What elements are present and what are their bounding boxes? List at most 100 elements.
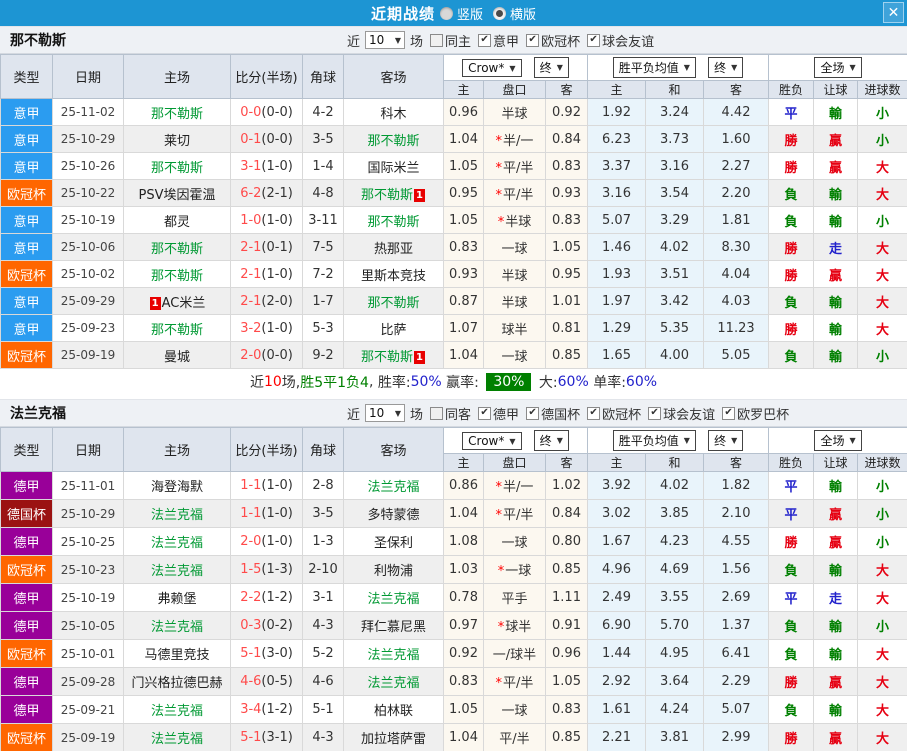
euro-draw-cell: 3.64: [645, 667, 704, 696]
euro-final-select[interactable]: 终 ▼: [708, 430, 744, 451]
asia-home-odds-cell: 1.05: [443, 152, 484, 180]
home-team-name: 法兰克福: [150, 536, 203, 551]
score-cell: 1-1(1-0): [230, 499, 303, 528]
near-label: 近: [347, 407, 361, 423]
fulltime-select-value: 全场: [820, 61, 845, 75]
home-team-name: 弗赖堡: [157, 592, 197, 607]
bookmaker-select[interactable]: Crow* ▼: [462, 432, 522, 450]
goals-result-label: 小: [876, 349, 890, 365]
score-cell: 2-0(1-0): [230, 527, 303, 556]
asia-away-odds: 1.11: [552, 590, 581, 605]
wdl-result-label: 負: [784, 187, 798, 203]
euro-draw-odds: 3.29: [660, 212, 689, 228]
radio-horizontal[interactable]: [493, 6, 506, 20]
date-cell: 25-10-01: [52, 639, 124, 668]
asia-final-select[interactable]: 终 ▼: [533, 57, 569, 78]
euro-home-odds: 1.61: [602, 702, 631, 717]
league-filter-checkbox[interactable]: ✔: [587, 33, 601, 47]
wdl-result-cell: 勝: [768, 314, 815, 342]
match-count-select[interactable]: 10 ▼: [365, 404, 406, 422]
team-name: 那不勒斯: [10, 33, 66, 49]
red-card-badge: 1: [149, 296, 161, 310]
fulltime-select[interactable]: 全场 ▼: [814, 430, 862, 451]
result-group-header: 全场 ▼: [768, 54, 907, 81]
league-filter-checkbox[interactable]: ✔: [526, 33, 540, 47]
average-select[interactable]: 胜平负均值 ▼: [612, 430, 696, 451]
same-venue-checkbox[interactable]: [430, 33, 444, 47]
goals-result-label: 大: [876, 732, 890, 747]
bookmaker-select-value: Crow*: [468, 61, 505, 75]
asia-away-odds: 0.80: [552, 534, 581, 549]
halftime-score: (1-0): [261, 478, 293, 493]
asia-final-select[interactable]: 终 ▼: [533, 430, 569, 451]
date-cell: 25-09-21: [52, 695, 124, 724]
league-cell: 欧冠杯: [0, 341, 53, 369]
euro-draw-odds: 5.70: [660, 618, 689, 633]
euro-away-cell: 4.03: [702, 287, 770, 315]
league-filter-checkbox[interactable]: ✔: [526, 406, 540, 420]
home-team-cell: 那不勒斯: [123, 98, 231, 126]
radio-vertical[interactable]: [439, 6, 453, 20]
league-filter-checkbox[interactable]: ✔: [587, 406, 601, 420]
euro-home-odds: 1.46: [602, 239, 631, 255]
league-filter-checkbox[interactable]: ✔: [478, 33, 492, 47]
away-team-cell: 圣保利: [343, 527, 444, 556]
fulltime-select-value: 全场: [820, 434, 845, 448]
away-team-name: 法兰克福: [367, 480, 420, 495]
handicap-line-cell: *半/一: [483, 471, 546, 500]
col-header-home: 主场: [123, 427, 231, 472]
league-filter-checkbox[interactable]: ✔: [478, 406, 492, 420]
check-icon: ✔: [724, 407, 733, 418]
halftime-score: (2-1): [261, 185, 293, 201]
fulltime-score: 4-6: [240, 674, 262, 689]
league-filter-checkbox[interactable]: ✔: [722, 406, 736, 420]
score-cell: 6-2(2-1): [230, 179, 303, 207]
col-header-wdl: 胜负: [768, 80, 815, 99]
col-header-away: 客场: [343, 427, 444, 472]
home-team-cell: 那不勒斯: [123, 233, 231, 261]
league-cell: 德甲: [0, 611, 53, 640]
match-row: 意甲 25-10-06 那不勒斯 2-1(0-1) 7-5 热那亚 0.83 一球 1.05 1.…: [0, 233, 907, 261]
away-team-name: 多特蒙德: [367, 508, 420, 523]
summary-segment: 大:: [534, 374, 558, 391]
same-venue-checkbox[interactable]: [430, 406, 444, 420]
average-select[interactable]: 胜平负均值 ▼: [612, 57, 696, 78]
fulltime-score: 1-1: [240, 506, 262, 521]
euro-away-odds: 4.03: [721, 293, 751, 309]
euro-home-odds: 5.07: [602, 212, 631, 228]
summary-segment: 胜率:: [377, 374, 411, 391]
home-team-cell: 海登海默: [123, 471, 231, 500]
halftime-score: (1-0): [261, 534, 293, 549]
date-cell: 25-10-29: [52, 499, 124, 528]
euro-home-cell: 1.65: [587, 341, 646, 369]
euro-away-cell: 2.99: [702, 723, 770, 751]
league-filter-checkbox[interactable]: ✔: [648, 406, 662, 420]
handicap-line-label: 平/半: [503, 160, 534, 176]
asia-away-odds-cell: 0.83: [545, 152, 588, 180]
away-team-name: 柏林联: [373, 704, 413, 719]
asia-away-odds: 0.84: [552, 131, 581, 147]
euro-final-select[interactable]: 终 ▼: [708, 57, 744, 78]
corner-cell: 3-11: [302, 206, 344, 234]
asia-away-odds-cell: 1.05: [545, 233, 588, 261]
asia-home-odds-cell: 0.78: [443, 583, 484, 612]
asia-home-odds: 0.83: [449, 239, 478, 255]
fulltime-score: 1-0: [240, 212, 262, 228]
score-cell: 5-1(3-0): [230, 639, 303, 668]
handicap-result-label: 贏: [829, 268, 843, 284]
close-button[interactable]: ✕: [883, 2, 904, 23]
handicap-line-label: 平手: [501, 592, 528, 607]
wdl-result-cell: 勝: [768, 125, 815, 153]
home-team-cell: 法兰克福: [123, 499, 231, 528]
asia-home-odds: 0.93: [449, 266, 478, 282]
match-row: 意甲 25-09-29 1 AC米兰 2-1(2-0) 1-7 那不勒斯 0.87 半球 1.01…: [0, 287, 907, 315]
bookmaker-select[interactable]: Crow* ▼: [462, 59, 522, 77]
match-count-select[interactable]: 10 ▼: [365, 31, 406, 49]
fulltime-select[interactable]: 全场 ▼: [814, 57, 862, 78]
goals-result-cell: 大: [857, 260, 907, 288]
close-icon: ✕: [887, 4, 900, 21]
home-team-name: 法兰克福: [150, 732, 203, 747]
halftime-score: (3-0): [261, 646, 293, 661]
frankfurt-results-table: 类型 日期 主场 比分(半场) 角球 客场 Crow* ▼ 终 ▼ 胜平负均值 ▼ 终…: [0, 427, 907, 751]
handicap-result-label: 輸: [829, 295, 843, 311]
